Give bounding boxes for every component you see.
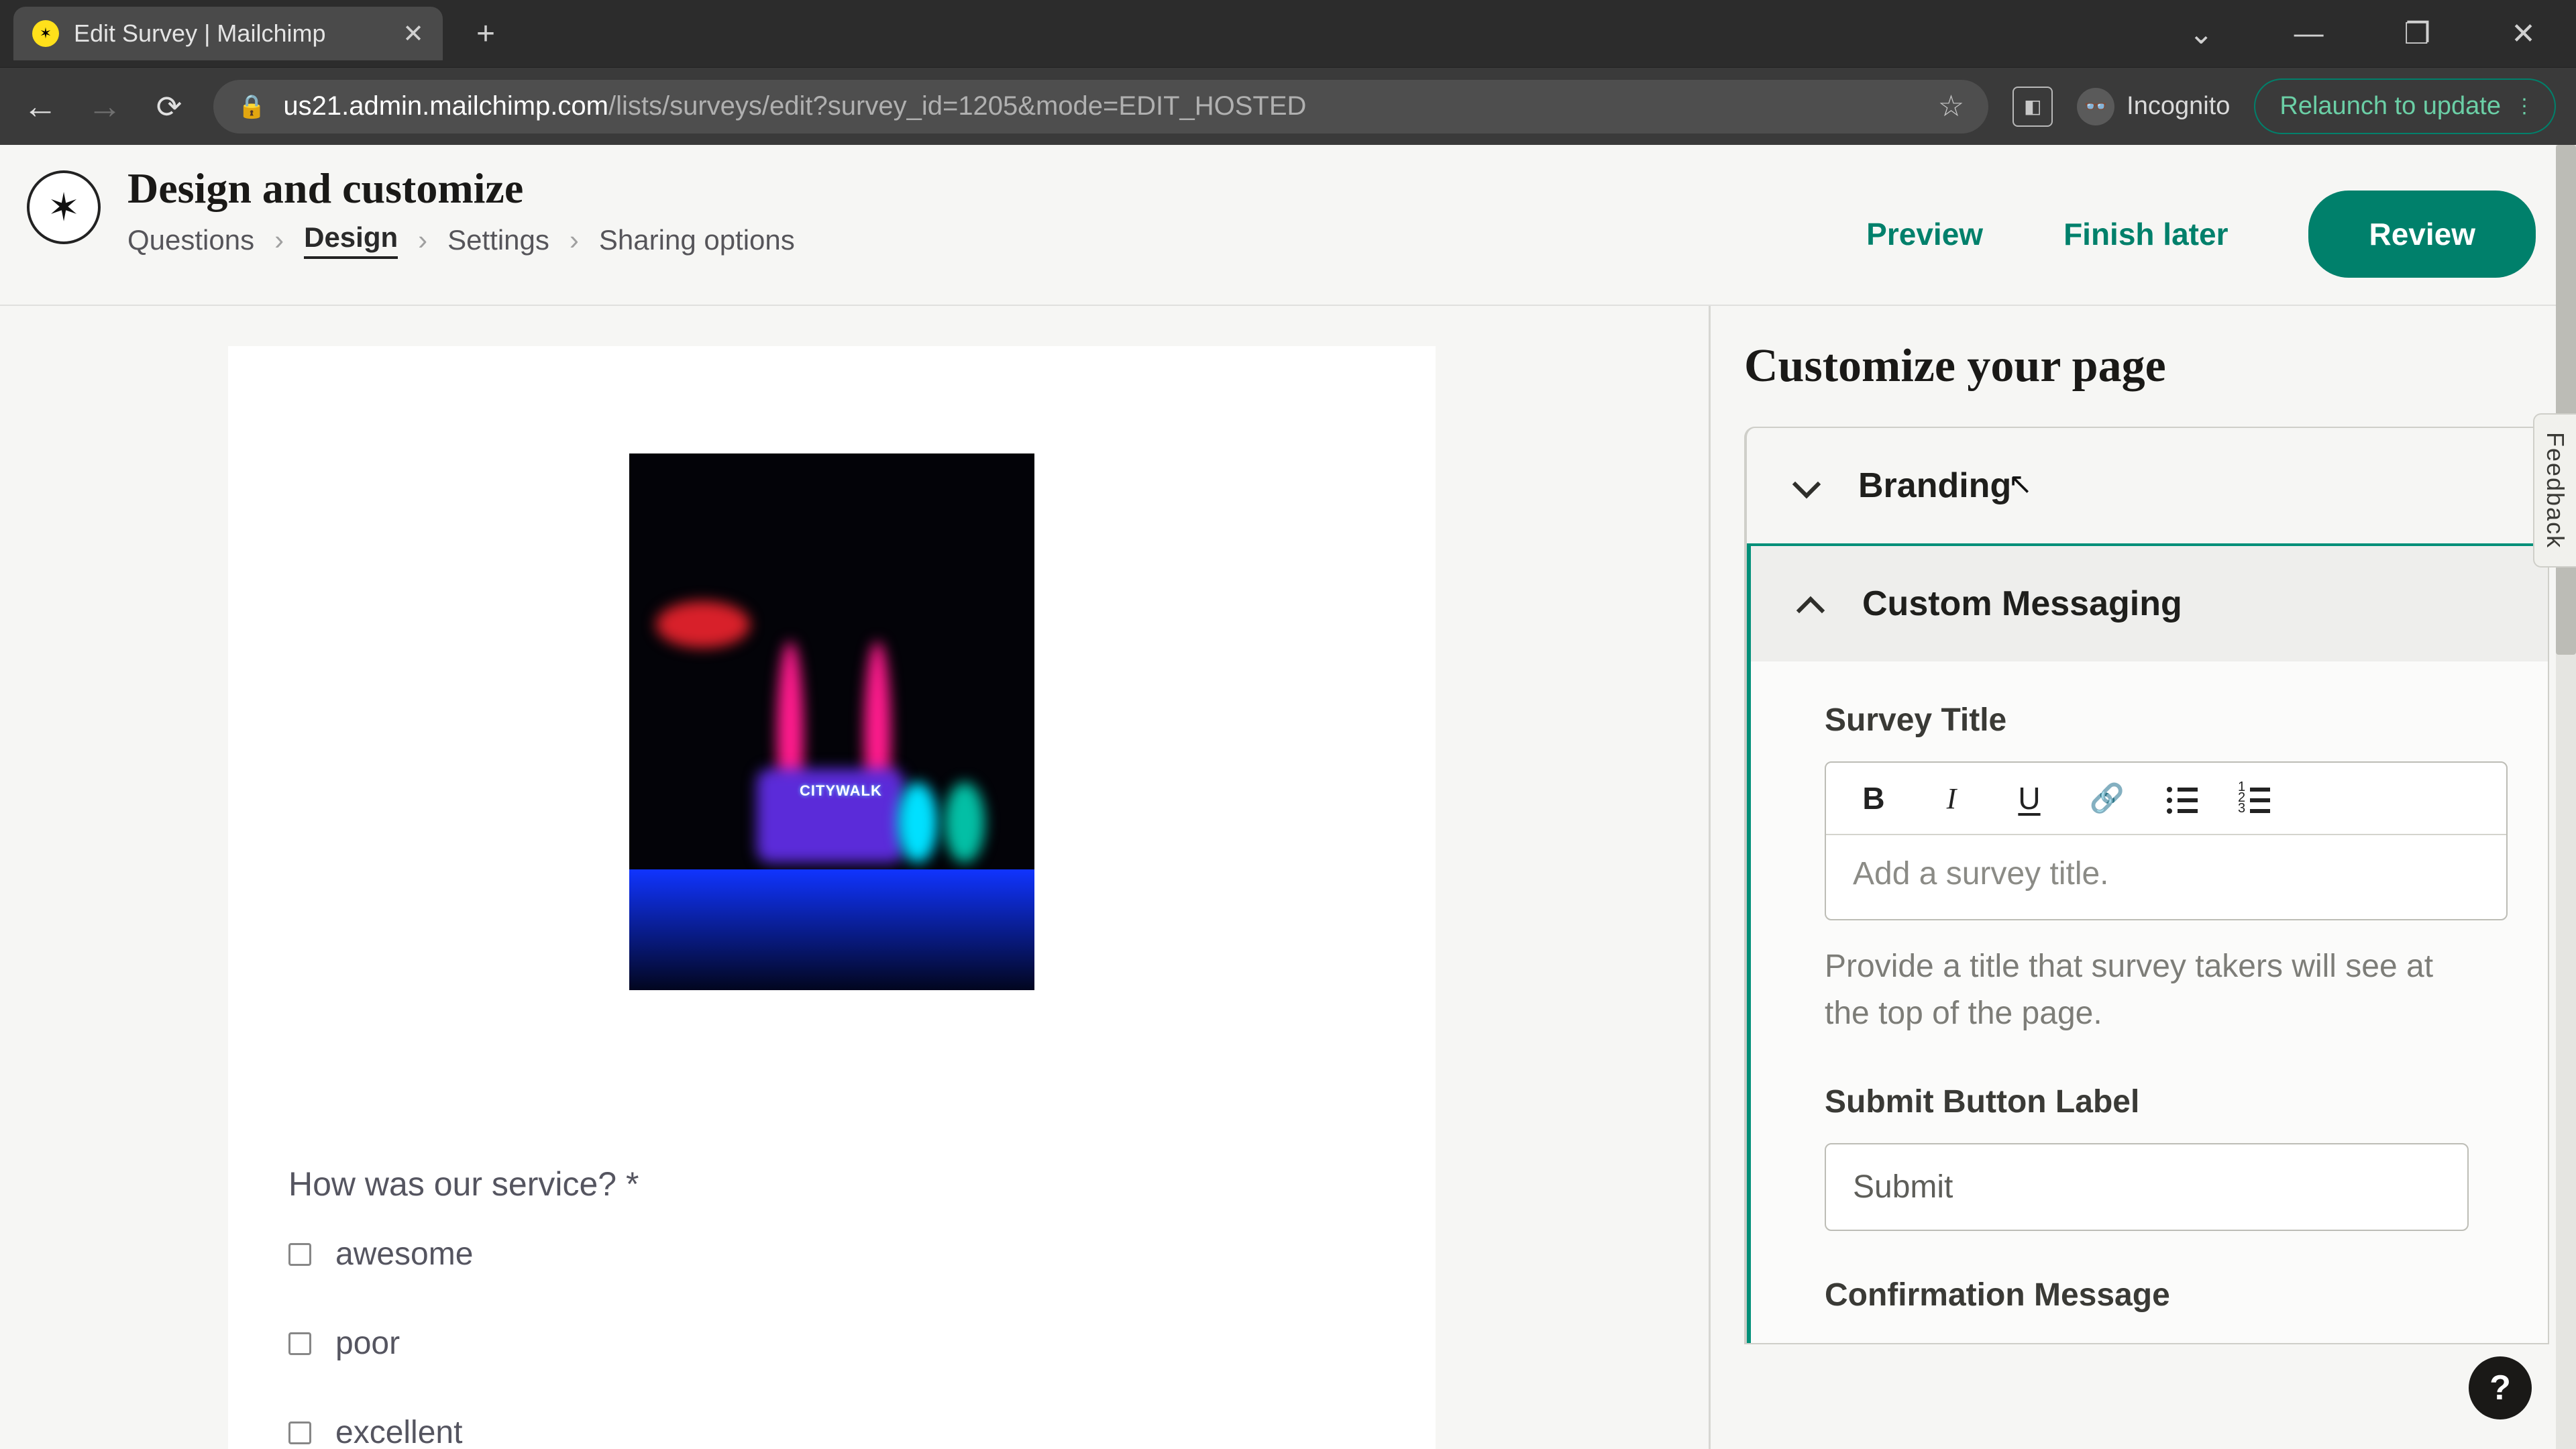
- survey-title-editor: B I U 🔗 123 Add a survey title.: [1825, 761, 2508, 920]
- chevron-down-icon: [1794, 473, 1819, 498]
- question-title: How was our service? *: [288, 1165, 1375, 1203]
- preview-link[interactable]: Preview: [1866, 216, 1983, 252]
- breadcrumb-questions[interactable]: Questions: [127, 224, 254, 256]
- survey-hero-image: CITYWALK: [629, 453, 1034, 990]
- breadcrumb-sharing[interactable]: Sharing options: [599, 224, 795, 256]
- link-button[interactable]: 🔗: [2089, 780, 2125, 816]
- accordion-title: Custom Messaging: [1862, 584, 2182, 624]
- option-row[interactable]: awesome: [288, 1236, 1375, 1273]
- accordion-title: Branding: [1858, 466, 2011, 506]
- option-label: awesome: [335, 1236, 473, 1273]
- survey-question: How was our service? * awesome poor exce…: [288, 1165, 1375, 1449]
- customize-panel: Customize your page Branding Custom Mess…: [1711, 306, 2576, 1449]
- neon-glow: [656, 601, 750, 648]
- breadcrumb: Questions › Design › Settings › Sharing …: [127, 221, 795, 259]
- checkbox-icon[interactable]: [288, 1421, 311, 1444]
- incognito-icon: 👓: [2077, 88, 2114, 125]
- header-actions: Preview Finish later Review: [1866, 164, 2536, 278]
- close-tab-icon[interactable]: ✕: [402, 19, 424, 49]
- panel-heading: Customize your page: [1744, 339, 2549, 393]
- submit-button-label-input[interactable]: [1825, 1143, 2469, 1231]
- mailchimp-logo[interactable]: ✶: [27, 170, 101, 244]
- maximize-icon[interactable]: ❐: [2404, 17, 2430, 51]
- forward-button[interactable]: →: [85, 87, 125, 127]
- heading-block: Design and customize Questions › Design …: [127, 164, 795, 259]
- option-row[interactable]: poor: [288, 1325, 1375, 1362]
- menu-dots-icon[interactable]: ⋮: [2514, 95, 2534, 118]
- survey-title-input[interactable]: Add a survey title.: [1826, 835, 2506, 919]
- close-window-icon[interactable]: ✕: [2511, 17, 2536, 51]
- option-row[interactable]: excellent: [288, 1414, 1375, 1449]
- tab-search-icon[interactable]: ⌄: [2189, 17, 2214, 51]
- back-button[interactable]: ←: [20, 87, 60, 127]
- accordion-header-custom-messaging[interactable]: Custom Messaging: [1751, 546, 2548, 661]
- tab-title: Edit Survey | Mailchimp: [74, 19, 388, 48]
- lock-icon: 🔒: [237, 93, 266, 120]
- minimize-icon[interactable]: —: [2294, 17, 2324, 50]
- help-button[interactable]: ?: [2469, 1356, 2532, 1419]
- bookmark-star-icon[interactable]: ☆: [1938, 89, 1964, 123]
- browser-chrome: ✶ Edit Survey | Mailchimp ✕ + ⌄ — ❐ ✕ ← …: [0, 0, 2576, 145]
- relaunch-label: Relaunch to update: [2279, 92, 2501, 121]
- chevron-right-icon: ›: [418, 224, 427, 256]
- address-bar[interactable]: 🔒 us21.admin.mailchimp.com/lists/surveys…: [213, 80, 1988, 133]
- accordion-section-custom-messaging: Custom Messaging Survey Title B I U 🔗 1: [1747, 543, 2548, 1343]
- underline-button[interactable]: U: [2011, 780, 2047, 816]
- extensions-icon[interactable]: ◧: [2012, 87, 2053, 127]
- numbered-list-button[interactable]: 123: [2239, 783, 2270, 814]
- tab-strip: ✶ Edit Survey | Mailchimp ✕ + ⌄ — ❐ ✕: [0, 0, 2576, 67]
- bold-button[interactable]: B: [1856, 780, 1892, 816]
- page-header: ✶ Design and customize Questions › Desig…: [0, 145, 2576, 306]
- finish-later-link[interactable]: Finish later: [2063, 216, 2228, 252]
- bulleted-list-button[interactable]: [2167, 783, 2198, 814]
- browser-toolbar: ← → ⟳ 🔒 us21.admin.mailchimp.com/lists/s…: [0, 67, 2576, 145]
- relaunch-button[interactable]: Relaunch to update ⋮: [2254, 78, 2556, 134]
- neon-glow: [898, 782, 938, 863]
- page: ✶ Design and customize Questions › Desig…: [0, 145, 2576, 1449]
- browser-tab[interactable]: ✶ Edit Survey | Mailchimp ✕: [13, 7, 443, 60]
- neon-glow: [945, 782, 985, 863]
- preview-pane: CITYWALK How was our service? * awesome …: [0, 306, 1709, 1449]
- feedback-tab[interactable]: Feedback: [2533, 413, 2576, 568]
- checkbox-icon[interactable]: [288, 1332, 311, 1355]
- option-label: poor: [335, 1325, 400, 1362]
- window-controls: ⌄ — ❐ ✕: [2189, 17, 2576, 51]
- chevron-up-icon: [1798, 591, 1823, 616]
- option-label: excellent: [335, 1414, 462, 1449]
- refresh-button[interactable]: ⟳: [149, 87, 189, 127]
- scrollbar-thumb[interactable]: [2556, 145, 2576, 655]
- accordion-section-branding: Branding: [1747, 428, 2548, 543]
- new-tab-button[interactable]: +: [466, 13, 506, 54]
- page-title: Design and customize: [127, 164, 795, 213]
- checkbox-icon[interactable]: [288, 1243, 311, 1266]
- content: CITYWALK How was our service? * awesome …: [0, 306, 2576, 1449]
- review-button[interactable]: Review: [2308, 191, 2536, 278]
- rte-toolbar: B I U 🔗 123: [1826, 763, 2506, 835]
- survey-preview-card: CITYWALK How was our service? * awesome …: [228, 346, 1436, 1449]
- neon-glow: [629, 869, 1034, 990]
- accordion-header-branding[interactable]: Branding: [1747, 428, 2548, 543]
- survey-title-hint: Provide a title that survey takers will …: [1825, 943, 2469, 1036]
- incognito-label: Incognito: [2127, 92, 2230, 121]
- chevron-right-icon: ›: [274, 224, 284, 256]
- confirmation-message-label: Confirmation Message: [1825, 1277, 2508, 1313]
- submit-button-label-label: Submit Button Label: [1825, 1083, 2508, 1120]
- italic-button[interactable]: I: [1933, 780, 1970, 816]
- accordion-body: Survey Title B I U 🔗 123 Add a survey ti…: [1751, 661, 2548, 1343]
- mailchimp-favicon: ✶: [32, 20, 59, 47]
- survey-title-label: Survey Title: [1825, 702, 2508, 739]
- breadcrumb-design[interactable]: Design: [304, 221, 398, 259]
- accordion: Branding Custom Messaging Survey Title B: [1744, 427, 2549, 1344]
- chevron-right-icon: ›: [570, 224, 579, 256]
- breadcrumb-settings[interactable]: Settings: [447, 224, 549, 256]
- incognito-indicator[interactable]: 👓 Incognito: [2077, 88, 2230, 125]
- url-text: us21.admin.mailchimp.com/lists/surveys/e…: [283, 91, 1306, 121]
- hero-image-text: CITYWALK: [800, 782, 882, 800]
- scrollbar-track[interactable]: [2556, 145, 2576, 1449]
